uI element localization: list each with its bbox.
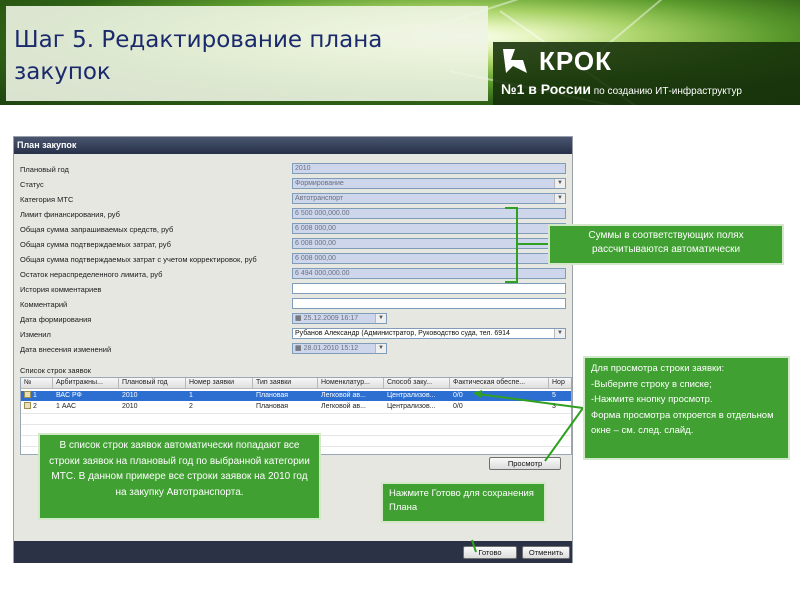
grid-line (21, 413, 571, 414)
column-header[interactable]: Плановый год (119, 378, 186, 389)
table-cell: Легковой ав... (321, 403, 366, 410)
slide-title: Шаг 5. Редактирование плана закупок (14, 27, 383, 85)
column-header[interactable]: Способ заку... (384, 378, 450, 389)
view-instructions-callout: Для просмотра строки заявки: -Выберите с… (583, 356, 790, 460)
table-row[interactable]: 1 ВАС РФ 2010 1 Плановая Легковой ав... … (21, 391, 571, 401)
limit-field: 6 500 000,000.00 (292, 208, 566, 219)
calendar-icon: ▦ (295, 315, 302, 322)
table-cell: 2 (21, 402, 53, 412)
tagline-big: №1 в России (501, 81, 591, 97)
label-comment-history: История комментариев (20, 285, 102, 294)
done-button[interactable]: Готово (463, 546, 517, 559)
table-cell: 2010 (122, 392, 138, 399)
logo-name: КРОК (539, 46, 612, 76)
modified-by-select[interactable]: Рубанов Александр (Администратор, Руково… (292, 328, 566, 339)
krok-logo-icon (503, 49, 527, 73)
comment-history-field[interactable] (292, 283, 566, 294)
label-limit-remainder: Остаток нераспределенного лимита, руб (20, 270, 163, 279)
grid-line (21, 424, 571, 425)
row-icon (24, 402, 31, 409)
category-select: Автотранспорт ▼ (292, 193, 566, 204)
header-banner: Шаг 5. Редактирование плана закупок КРОК… (0, 0, 800, 105)
created-date-value: 25.12.2009 16:17 (303, 315, 359, 322)
status-value: Формирование (295, 180, 344, 187)
logo-box: КРОК №1 в России по созданию ИТ-инфрастр… (493, 42, 800, 105)
row-icon (24, 391, 31, 398)
chevron-down-icon[interactable]: ▼ (554, 329, 565, 338)
chevron-down-icon: ▼ (375, 314, 386, 323)
limit-remainder-field: 6 494 000,000.00 (292, 268, 566, 279)
title-box: Шаг 5. Редактирование плана закупок (6, 6, 488, 101)
total-requested-field: 6 008 000,00 (292, 223, 566, 234)
total-adjusted-field: 6 008 000,00 (292, 253, 566, 264)
plan-year-field: 2010 (292, 163, 566, 174)
table-cell: 3 (552, 403, 556, 410)
label-modified-date: Дата внесения изменений (20, 345, 112, 354)
window-title: План закупок (14, 137, 572, 154)
done-instructions-callout: Нажмите Готово для сохранения Плана (381, 482, 546, 523)
label-total-requested: Общая сумма запрашиваемых средств, руб (20, 225, 174, 234)
label-category: Категория МТС (20, 195, 74, 204)
column-header[interactable]: Арбитражны... (53, 378, 119, 389)
label-status: Статус (20, 180, 44, 189)
tagline-small: по созданию ИТ-инфраструктур (593, 86, 742, 97)
table-cell: 1 (189, 392, 193, 399)
label-total-adjusted: Общая сумма подтверждаемых затрат с учет… (20, 255, 257, 264)
table-cell: Централизов... (387, 392, 436, 399)
created-date-field: ▦ 25.12.2009 16:17 ▼ (292, 313, 387, 324)
table-cell: Плановая (256, 403, 289, 410)
label-limit: Лимит финансирования, руб (20, 210, 120, 219)
table-cell: 1 (21, 391, 53, 401)
table-cell: 1 ААС (56, 403, 77, 410)
logo-tagline: №1 в России по созданию ИТ-инфраструктур (501, 81, 742, 97)
cancel-button[interactable]: Отменить (522, 546, 570, 559)
column-header[interactable]: № (21, 378, 53, 389)
table-cell: Легковой ав... (321, 392, 366, 399)
chevron-down-icon: ▼ (375, 344, 386, 353)
label-total-confirmed: Общая сумма подтверждаемых затрат, руб (20, 240, 171, 249)
cell-number: 1 (32, 392, 37, 399)
request-list-label: Список строк заявок (20, 366, 91, 375)
table-cell: Плановая (256, 392, 289, 399)
chevron-down-icon: ▼ (554, 194, 565, 203)
modified-date-field: ▦ 28.01.2010 15:12 ▼ (292, 343, 387, 354)
total-confirmed-field: 6 008 000,00 (292, 238, 566, 249)
column-header[interactable]: Тип заявки (253, 378, 318, 389)
column-header[interactable]: Номенклатур... (318, 378, 384, 389)
category-value: Автотранспорт (295, 195, 344, 202)
table-cell: ВАС РФ (56, 392, 82, 399)
table-cell: 2 (189, 403, 193, 410)
comment-field[interactable] (292, 298, 566, 309)
table-row[interactable]: 2 1 ААС 2010 2 Плановая Легковой ав... Ц… (21, 402, 571, 412)
column-header[interactable]: Номер заявки (186, 378, 253, 389)
sums-callout: Суммы в соответствующих полях рассчитыва… (548, 224, 784, 265)
column-header[interactable]: Фактическая обеспе... (450, 378, 549, 389)
chevron-down-icon: ▼ (554, 179, 565, 188)
calendar-icon: ▦ (295, 345, 302, 352)
table-cell: 0/0 (453, 403, 463, 410)
table-cell: Централизов... (387, 403, 436, 410)
view-button[interactable]: Просмотр (489, 457, 561, 470)
status-select: Формирование ▼ (292, 178, 566, 189)
modified-by-value: Рубанов Александр (Администратор, Руково… (295, 330, 510, 337)
table-cell: 0/0 (453, 392, 463, 399)
modified-date-value: 28.01.2010 15:12 (303, 345, 359, 352)
label-comment: Комментарий (20, 300, 68, 309)
window-footer: Готово Отменить (14, 541, 572, 563)
column-header[interactable]: Нор (549, 378, 571, 389)
table-cell: 2010 (122, 403, 138, 410)
request-list-callout: В список строк заявок автоматически попа… (38, 433, 321, 520)
cell-number: 2 (32, 403, 37, 410)
table-cell: 5 (552, 392, 556, 399)
label-plan-year: Плановый год (20, 165, 69, 174)
label-modified-by: Изменил (20, 330, 51, 339)
label-created-date: Дата формирования (20, 315, 92, 324)
